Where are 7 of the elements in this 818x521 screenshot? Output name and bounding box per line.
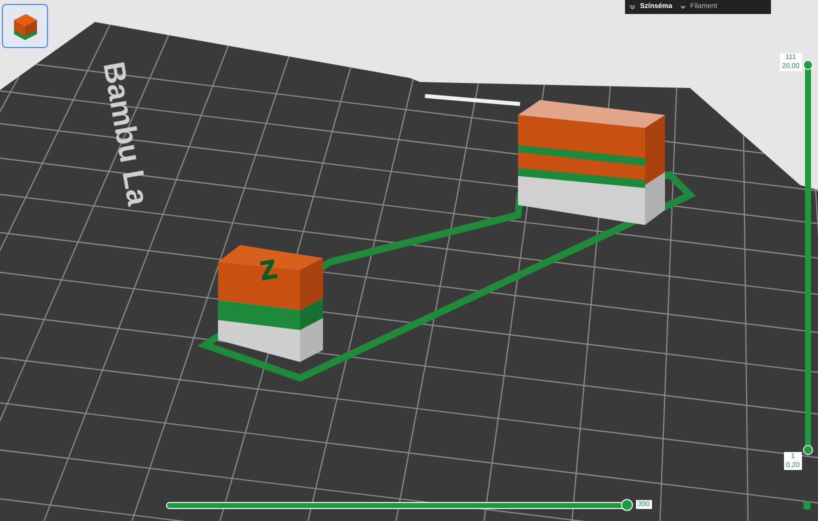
caret-icon[interactable] <box>680 5 686 9</box>
plate-thumbnail[interactable] <box>2 4 48 48</box>
layers-icon[interactable] <box>802 500 812 510</box>
double-chevron-icon[interactable] <box>629 4 636 10</box>
upper-layer-handle[interactable] <box>803 60 813 70</box>
cube-letter: Z <box>258 254 279 286</box>
bed-logo-text: Bambu La <box>96 59 154 208</box>
